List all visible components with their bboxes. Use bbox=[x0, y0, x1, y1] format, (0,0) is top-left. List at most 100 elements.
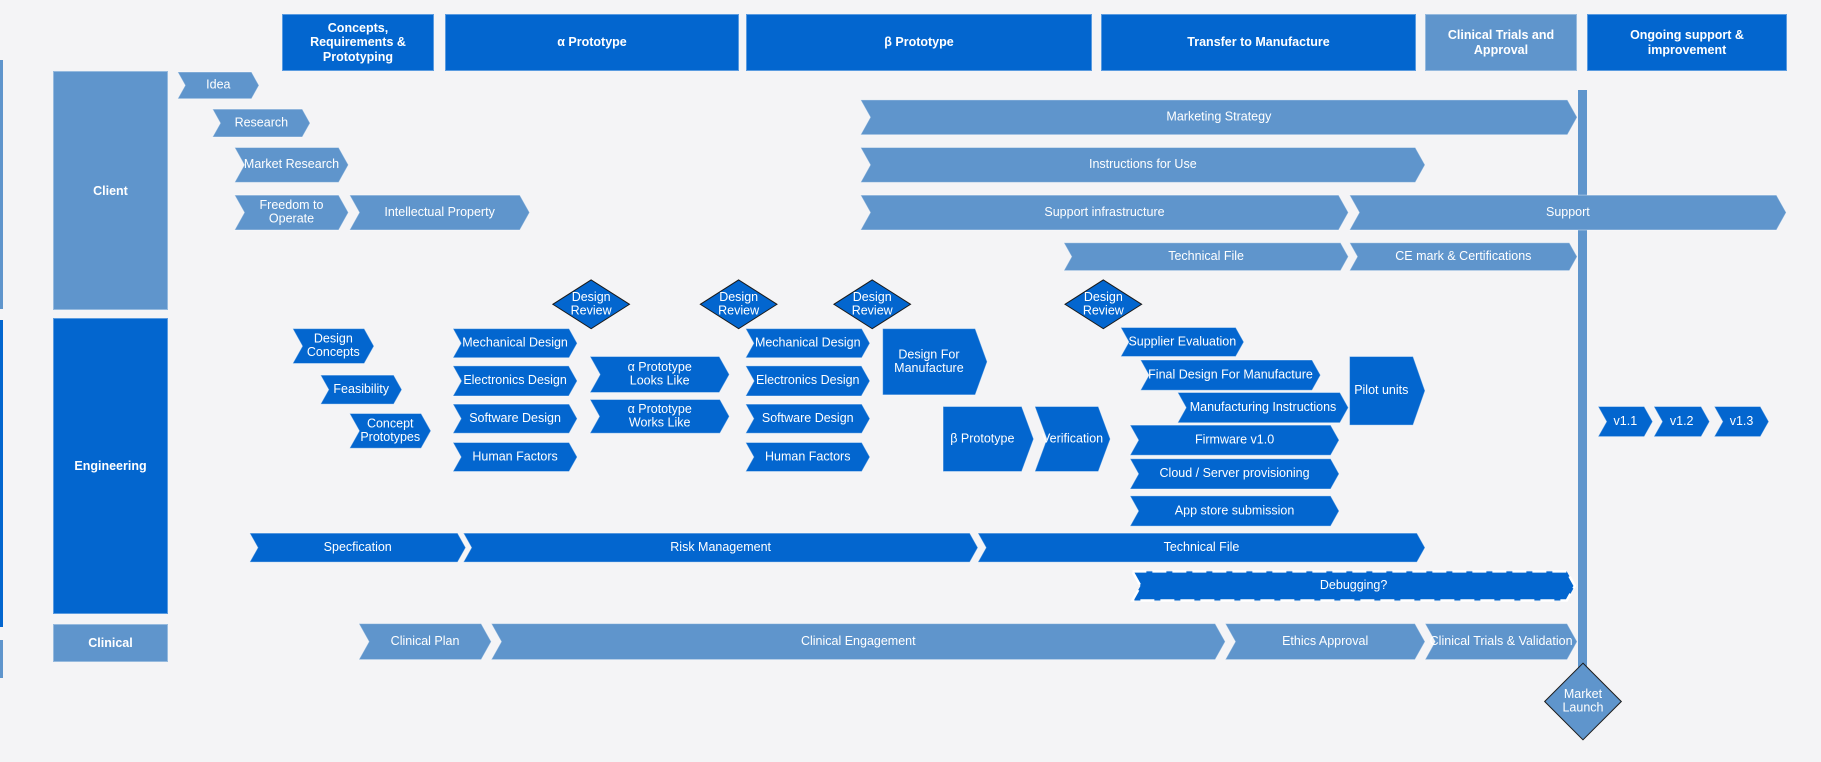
task-design-for-manufacture: Design ForManufacture bbox=[882, 328, 988, 396]
process-diagram: Idea Research Market Research Freedom toOpe… bbox=[176, 71, 1787, 741]
svg-text:Supplier Evaluation: Supplier Evaluation bbox=[1128, 334, 1236, 348]
svg-text:Specfication: Specfication bbox=[324, 540, 392, 554]
svg-text:Intellectual Property: Intellectual Property bbox=[384, 205, 495, 219]
svg-text:Debugging?: Debugging? bbox=[1320, 578, 1387, 592]
svg-text:Feasibility: Feasibility bbox=[333, 382, 389, 396]
svg-text:Instructions for Use: Instructions for Use bbox=[1089, 157, 1197, 171]
svg-text:Review: Review bbox=[718, 303, 760, 317]
task-clinical-engagement: Clinical Engagement bbox=[490, 623, 1226, 661]
task-firmware: Firmware v1.0 bbox=[1129, 424, 1340, 456]
task-clinical-trials-validation: Clinical Trials & Validation bbox=[1424, 623, 1578, 661]
svg-text:Human Factors: Human Factors bbox=[765, 449, 850, 463]
svg-text:Mechanical Design: Mechanical Design bbox=[755, 335, 861, 349]
task-specification: Specfication bbox=[248, 532, 467, 563]
task-mechanical-design-beta: Mechanical Design bbox=[744, 328, 871, 359]
svg-text:Ethics Approval: Ethics Approval bbox=[1282, 634, 1368, 648]
svg-text:Design: Design bbox=[572, 290, 611, 304]
svg-text:Works Like: Works Like bbox=[629, 415, 691, 429]
svg-text:Technical File: Technical File bbox=[1164, 540, 1240, 554]
svg-text:Firmware v1.0: Firmware v1.0 bbox=[1195, 432, 1274, 446]
task-pilot-units: Pilot units bbox=[1349, 356, 1426, 426]
svg-text:Electronics Design: Electronics Design bbox=[463, 373, 567, 387]
task-human-factors-alpha: Human Factors bbox=[452, 441, 578, 473]
svg-text:Support: Support bbox=[1546, 205, 1590, 219]
task-verification: Verification bbox=[1034, 405, 1111, 473]
svg-text:Looks Like: Looks Like bbox=[630, 374, 690, 388]
task-beta-prototype: β Prototype bbox=[942, 405, 1035, 473]
svg-text:App store submission: App store submission bbox=[1175, 503, 1295, 517]
milestone-design-review-1: DesignReview bbox=[551, 279, 631, 330]
svg-text:Review: Review bbox=[852, 303, 894, 317]
svg-text:Support infrastructure: Support infrastructure bbox=[1044, 205, 1164, 219]
svg-text:Clinical Engagement: Clinical Engagement bbox=[801, 634, 916, 648]
task-alpha-works-like: α PrototypeWorks Like bbox=[589, 399, 730, 434]
svg-text:Freedom to: Freedom to bbox=[260, 198, 324, 212]
svg-text:Review: Review bbox=[1083, 303, 1125, 317]
svg-text:v1.1: v1.1 bbox=[1614, 414, 1638, 428]
milestone-design-review-3: DesignReview bbox=[832, 279, 912, 330]
svg-text:Final Design For Manufacture: Final Design For Manufacture bbox=[1148, 367, 1313, 381]
task-electronics-design-alpha: Electronics Design bbox=[452, 365, 578, 397]
task-technical-file-eng: Technical File bbox=[977, 532, 1426, 563]
task-support: Support bbox=[1348, 194, 1787, 231]
svg-text:Market Research: Market Research bbox=[244, 157, 339, 171]
task-risk-management: Risk Management bbox=[462, 532, 979, 563]
svg-text:CE mark & Certifications: CE mark & Certifications bbox=[1395, 249, 1531, 263]
svg-text:Clinical Trials & Validation: Clinical Trials & Validation bbox=[1430, 634, 1573, 648]
svg-text:Design For: Design For bbox=[898, 347, 959, 361]
svg-text:Research: Research bbox=[235, 115, 289, 129]
task-v1-2: v1.2 bbox=[1652, 405, 1711, 438]
svg-text:Electronics Design: Electronics Design bbox=[756, 373, 860, 387]
task-feasibility: Feasibility bbox=[319, 374, 403, 405]
task-cloud-provisioning: Cloud / Server provisioning bbox=[1129, 458, 1340, 490]
milestone-design-review-2: DesignReview bbox=[699, 279, 778, 330]
task-technical-file-client: Technical File bbox=[1062, 242, 1349, 272]
svg-text:Technical File: Technical File bbox=[1168, 249, 1244, 263]
svg-text:Verification: Verification bbox=[1042, 431, 1103, 445]
task-electronics-design-beta: Electronics Design bbox=[744, 365, 871, 397]
task-ce-mark: CE mark & Certifications bbox=[1348, 242, 1578, 272]
svg-text:Prototypes: Prototypes bbox=[360, 430, 420, 444]
svg-text:α Prototype: α Prototype bbox=[628, 402, 692, 416]
svg-text:v1.3: v1.3 bbox=[1730, 414, 1754, 428]
task-concept-prototypes: ConceptPrototypes bbox=[348, 412, 432, 449]
task-software-design-alpha: Software Design bbox=[452, 403, 578, 434]
svg-text:Manufacture: Manufacture bbox=[894, 361, 964, 375]
svg-text:Idea: Idea bbox=[206, 78, 230, 92]
task-human-factors-beta: Human Factors bbox=[744, 441, 871, 473]
task-idea: Idea bbox=[176, 71, 260, 100]
task-clinical-plan: Clinical Plan bbox=[358, 623, 492, 661]
task-market-research: Market Research bbox=[233, 146, 349, 183]
svg-text:α Prototype: α Prototype bbox=[628, 360, 692, 374]
svg-text:Software Design: Software Design bbox=[469, 411, 561, 425]
svg-text:Concepts: Concepts bbox=[307, 345, 360, 359]
task-mechanical-design-alpha: Mechanical Design bbox=[452, 328, 578, 359]
svg-text:Mechanical Design: Mechanical Design bbox=[462, 335, 568, 349]
task-manufacturing-instructions: Manufacturing Instructions bbox=[1176, 392, 1349, 424]
task-support-infrastructure: Support infrastructure bbox=[859, 194, 1349, 231]
task-freedom-to-operate: Freedom toOperate bbox=[233, 194, 349, 231]
milestone-market-launch: MarketLaunch bbox=[1543, 662, 1623, 741]
svg-text:Software Design: Software Design bbox=[762, 411, 854, 425]
svg-text:Risk Management: Risk Management bbox=[670, 540, 771, 554]
svg-text:Design: Design bbox=[314, 332, 353, 346]
svg-text:Manufacturing Instructions: Manufacturing Instructions bbox=[1190, 400, 1337, 414]
svg-text:Market: Market bbox=[1564, 687, 1603, 701]
task-v1-3: v1.3 bbox=[1713, 405, 1770, 438]
task-app-store: App store submission bbox=[1129, 495, 1340, 527]
task-ethics-approval: Ethics Approval bbox=[1224, 623, 1426, 661]
task-debugging: Debugging? bbox=[1130, 570, 1577, 602]
task-marketing-strategy: Marketing Strategy bbox=[859, 99, 1578, 136]
svg-text:Human Factors: Human Factors bbox=[472, 449, 557, 463]
svg-text:Operate: Operate bbox=[269, 212, 314, 226]
svg-text:β Prototype: β Prototype bbox=[950, 431, 1014, 445]
task-instructions-for-use: Instructions for Use bbox=[859, 146, 1426, 183]
svg-text:Marketing Strategy: Marketing Strategy bbox=[1166, 110, 1272, 124]
svg-text:Review: Review bbox=[571, 303, 613, 317]
task-intellectual-property: Intellectual Property bbox=[348, 194, 531, 231]
svg-text:Design: Design bbox=[1084, 290, 1123, 304]
task-final-dfm: Final Design For Manufacture bbox=[1139, 359, 1322, 391]
task-v1-1: v1.1 bbox=[1597, 405, 1654, 438]
svg-text:Cloud / Server provisioning: Cloud / Server provisioning bbox=[1160, 466, 1310, 480]
svg-text:v1.2: v1.2 bbox=[1670, 414, 1694, 428]
